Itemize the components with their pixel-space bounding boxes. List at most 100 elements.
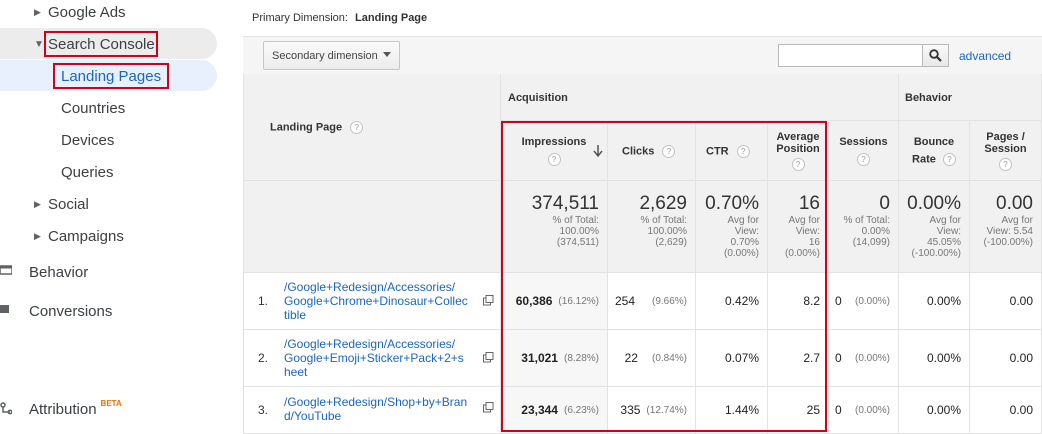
cell-pct: (0.84%) xyxy=(651,352,687,364)
group-header-behavior: Behavior xyxy=(899,74,1042,121)
primary-dimension-value[interactable]: Landing Page xyxy=(355,12,427,24)
table-toolbar: Secondary dimension advanced xyxy=(243,36,1042,74)
cell-value: 22 xyxy=(624,351,638,365)
col-header-sessions[interactable]: Sessions ? xyxy=(829,121,899,181)
help-icon[interactable]: ? xyxy=(999,157,1012,171)
col-header-ctr[interactable]: CTR ? xyxy=(696,121,768,181)
cell-value: 23,344 xyxy=(521,403,558,417)
row-1-average-position: 8.2 xyxy=(768,273,829,330)
group-header-label: Behavior xyxy=(905,92,953,104)
col-header-impressions[interactable]: Impressions ? xyxy=(501,121,608,181)
cell-value: 0.00 xyxy=(1009,403,1033,417)
search-icon xyxy=(929,49,942,62)
link-line: tible xyxy=(284,308,307,322)
cell-value: 0 xyxy=(835,351,842,365)
sort-descending-icon[interactable] xyxy=(593,145,603,157)
external-link-icon[interactable] xyxy=(483,402,494,413)
table-search-input[interactable] xyxy=(778,44,923,67)
help-icon[interactable]: ? xyxy=(942,152,956,166)
cell-value: 1.44% xyxy=(724,403,759,417)
chevron-down-icon xyxy=(383,52,391,57)
chevron-right-icon: ▶ xyxy=(34,198,41,209)
total-sub: % of Total: xyxy=(552,215,599,226)
link-line: /Google+Redesign/Accessories/ xyxy=(284,337,456,351)
help-icon[interactable]: ? xyxy=(350,121,364,134)
sidebar-item-countries[interactable]: Countries xyxy=(61,92,125,124)
cell-value: 0.00 xyxy=(1009,351,1033,365)
secondary-dimension-dropdown[interactable]: Secondary dimension xyxy=(263,41,400,70)
col-header-average-position[interactable]: Average Position ? xyxy=(768,121,829,181)
total-sub: View: 5.54 xyxy=(986,226,1033,237)
col-header-label: Impressions xyxy=(521,135,587,148)
cell-value: 8.2 xyxy=(803,294,820,308)
total-sub: (-100.00%) xyxy=(983,237,1033,248)
cell-value: 2.7 xyxy=(803,351,820,365)
total-clicks: 2,629 % of Total: 100.00% (2,629) xyxy=(608,181,696,273)
cell-pct: (12.74%) xyxy=(646,404,687,416)
col-header-label: Session xyxy=(984,142,1027,155)
row-number: 3. xyxy=(258,403,269,417)
col-header-landing-page[interactable]: Landing Page ? xyxy=(243,74,501,181)
total-pages-session: 0.00 Avg for View: 5.54 (-100.00%) xyxy=(970,181,1042,273)
total-sub: 45.05% xyxy=(927,237,961,248)
col-header-label: Rate xyxy=(912,152,936,165)
primary-dimension: Primary Dimension: Landing Page xyxy=(252,12,427,24)
external-link-icon[interactable] xyxy=(483,352,494,363)
sidebar-item-google-ads[interactable]: ▶ Google Ads xyxy=(34,0,126,28)
sidebar-item-conversions[interactable]: Conversions xyxy=(29,295,112,327)
flag-icon xyxy=(0,305,9,313)
cell-pct: (9.66%) xyxy=(651,295,687,307)
sidebar-item-devices[interactable]: Devices xyxy=(61,124,114,156)
col-header-label: Average xyxy=(776,130,820,143)
row-number: 2. xyxy=(258,351,269,365)
landing-page-link[interactable]: /Google+Redesign/Accessories/ Google+Chr… xyxy=(284,280,479,322)
sidebar: ▶ Google Ads ▼ Search Console Landing Pa… xyxy=(0,0,243,434)
total-value: 0.00 xyxy=(996,193,1033,214)
sidebar-item-attribution[interactable]: Attribution BETA xyxy=(29,393,122,425)
total-value: 16 xyxy=(798,193,820,214)
total-sub: (0.00%) xyxy=(723,248,759,259)
advanced-filter-link[interactable]: advanced xyxy=(959,49,1011,63)
beta-badge: BETA xyxy=(100,398,122,408)
total-sub: View: xyxy=(936,226,961,237)
col-header-label: Sessions xyxy=(839,135,888,148)
cell-pct: (8.28%) xyxy=(563,352,599,364)
sidebar-item-queries[interactable]: Queries xyxy=(61,156,114,188)
row-1-sessions: 0 (0.00%) xyxy=(829,273,899,330)
col-header-bounce-rate[interactable]: Bounce Rate ? xyxy=(899,121,970,181)
report-main: Primary Dimension: Landing Page Secondar… xyxy=(243,0,1042,434)
landing-page-link[interactable]: /Google+Redesign/Shop+by+Bran d/YouTube xyxy=(284,395,479,423)
landing-page-link[interactable]: /Google+Redesign/Accessories/ Google+Emo… xyxy=(284,337,479,379)
cell-value: 60,386 xyxy=(515,294,553,308)
col-header-pages-session[interactable]: Pages / Session ? xyxy=(970,121,1042,181)
cell-pct: (0.00%) xyxy=(854,404,890,416)
cell-value: 0.00 xyxy=(1009,294,1033,308)
total-value: 0.00% xyxy=(907,193,961,214)
sidebar-item-social[interactable]: ▶ Social xyxy=(34,188,89,220)
sidebar-item-campaigns[interactable]: ▶ Campaigns xyxy=(34,220,124,252)
total-sub: View: xyxy=(795,226,820,237)
help-icon[interactable]: ? xyxy=(662,145,676,158)
total-sessions: 0 % of Total: 0.00% (14,099) xyxy=(829,181,899,273)
search-button[interactable] xyxy=(922,44,949,67)
help-icon[interactable]: ? xyxy=(547,152,561,166)
col-header-clicks[interactable]: Clicks ? xyxy=(608,121,696,181)
external-link-icon[interactable] xyxy=(483,295,494,306)
row-3-impressions: 23,344 (6.23%) xyxy=(501,387,608,434)
cell-pct: (16.12%) xyxy=(558,295,599,307)
sidebar-item-behavior[interactable]: Behavior xyxy=(29,256,88,288)
row-2-sessions: 0 (0.00%) xyxy=(829,330,899,387)
cell-value: 25 xyxy=(806,403,820,417)
help-icon[interactable]: ? xyxy=(736,145,750,158)
col-header-label: Landing Page xyxy=(270,121,343,134)
row-3-pages-session: 0.00 xyxy=(970,387,1042,434)
row-3-average-position: 25 xyxy=(768,387,829,434)
chevron-right-icon: ▶ xyxy=(34,230,41,241)
total-sub: 0.70% xyxy=(730,237,759,248)
help-icon[interactable]: ? xyxy=(857,152,870,166)
total-sub: 100.00% xyxy=(647,226,687,237)
cell-value: 254 xyxy=(615,294,636,308)
cell-value: 31,021 xyxy=(521,351,558,365)
help-icon[interactable]: ? xyxy=(791,157,805,171)
cell-value: 0.07% xyxy=(724,351,759,365)
